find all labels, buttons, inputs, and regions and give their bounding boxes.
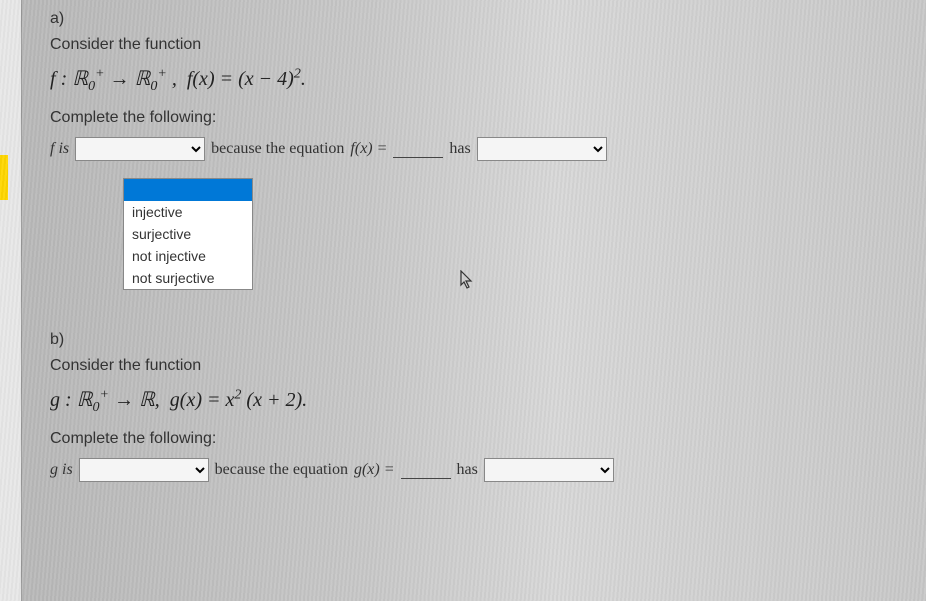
g-is-label: g is <box>50 461 73 479</box>
has-text-b: has <box>457 461 478 479</box>
fx-equals: f(x) = <box>350 140 387 158</box>
part-b-intro: Consider the function <box>50 357 900 375</box>
cursor-icon <box>460 270 476 295</box>
part-b-formula: g : ℝ0+ → ℝ, g(x) = x2 (x + 2). <box>50 387 900 416</box>
f-solutions-select[interactable] <box>477 137 607 161</box>
part-b-answer-line: g is because the equation g(x) = has <box>50 458 900 482</box>
gx-equals: g(x) = <box>354 461 395 479</box>
dropdown-option-surjective[interactable]: surjective <box>124 223 252 245</box>
dropdown-option-blank[interactable] <box>124 179 252 201</box>
because-text-a: because the equation <box>211 140 344 158</box>
f-is-label: f is <box>50 140 69 158</box>
part-b-section: b) Consider the function g : ℝ0+ → ℝ, g(… <box>50 331 900 482</box>
part-a-intro: Consider the function <box>50 36 900 54</box>
blank-input-b[interactable] <box>401 461 451 479</box>
part-a-complete: Complete the following: <box>50 109 900 127</box>
dropdown-option-injective[interactable]: injective <box>124 201 252 223</box>
has-text-a: has <box>449 140 470 158</box>
part-a-answer-line: f is because the equation f(x) = has <box>50 137 900 161</box>
blank-input-a[interactable] <box>393 140 443 158</box>
dropdown-option-not-injective[interactable]: not injective <box>124 245 252 267</box>
part-a-label: a) <box>50 10 900 28</box>
because-text-b: because the equation <box>215 461 348 479</box>
g-solutions-select[interactable] <box>484 458 614 482</box>
part-a-formula: f : ℝ0+ → ℝ0+ , f(x) = (x − 4)2. <box>50 66 900 95</box>
main-content: a) Consider the function f : ℝ0+ → ℝ0+ ,… <box>30 0 920 492</box>
left-sidebar <box>0 0 22 601</box>
dropdown-menu-open: injective surjective not injective not s… <box>123 178 253 290</box>
g-property-select[interactable] <box>79 458 209 482</box>
dropdown-option-not-surjective[interactable]: not surjective <box>124 267 252 289</box>
f-property-select[interactable] <box>75 137 205 161</box>
part-b-label: b) <box>50 331 900 349</box>
highlight-marker <box>0 155 8 200</box>
part-b-complete: Complete the following: <box>50 430 900 448</box>
